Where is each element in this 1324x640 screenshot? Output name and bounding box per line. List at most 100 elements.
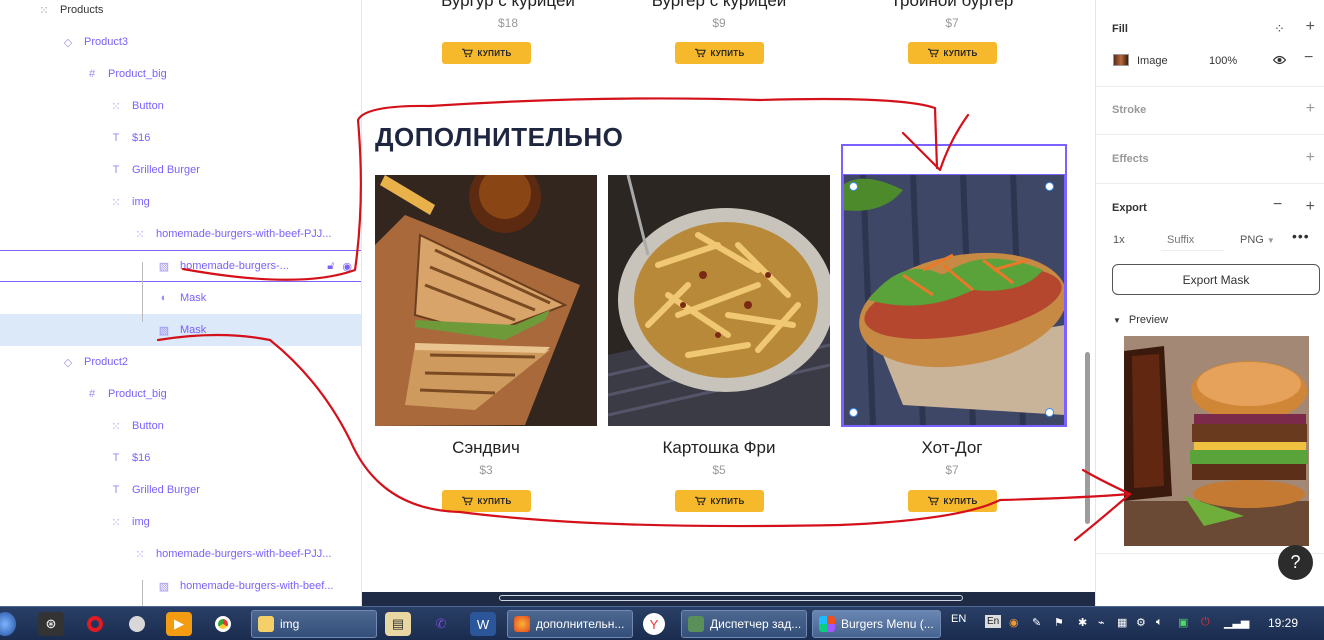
app-sphere-icon[interactable] (124, 612, 150, 636)
buy-button[interactable]: КУПИТЬ (442, 490, 531, 512)
fill-opacity[interactable]: 100% (1209, 55, 1237, 67)
task-label: Burgers Menu (... (841, 617, 934, 631)
chrome-icon[interactable] (210, 612, 236, 636)
layer-row[interactable]: ▧ homemade-burgers-... 🔓︎ ◉ (0, 250, 361, 282)
export-format-select[interactable]: PNG ▼ (1240, 234, 1275, 246)
clock[interactable]: 19:29 (1268, 616, 1298, 630)
tray-tool-icon[interactable]: ✎ (1032, 616, 1041, 629)
layer-row[interactable]: T Grilled Burger (0, 474, 361, 506)
layer-row[interactable]: T Grilled Burger (0, 154, 361, 186)
resize-handle[interactable] (1045, 408, 1054, 417)
sandwich-image[interactable] (375, 175, 597, 426)
bluetooth-icon[interactable]: ✱ (1078, 616, 1087, 629)
resize-handle[interactable] (1045, 182, 1054, 191)
resize-handle[interactable] (849, 182, 858, 191)
layer-label: $16 (132, 452, 151, 464)
keyboard-layout-button[interactable]: En (985, 615, 1002, 628)
add-fill-plus-icon[interactable]: + (1306, 19, 1315, 35)
network-icon[interactable]: ▦ (1117, 616, 1127, 629)
taskbar-task-explorer[interactable]: img (251, 610, 377, 638)
resize-handle[interactable] (849, 408, 858, 417)
volume-icon[interactable]: 🔈︎ (1156, 616, 1163, 629)
layer-label: homemade-burgers-with-beef-PJJ... (156, 548, 332, 560)
media-player-icon[interactable]: ▶ (166, 612, 192, 636)
product-price: $3 (479, 463, 493, 477)
language-indicator[interactable]: EN (951, 613, 966, 625)
layer-label: Product_big (108, 388, 167, 400)
opera-icon[interactable] (82, 612, 108, 636)
power-icon[interactable]: ⏻ (1201, 616, 1210, 629)
windows-taskbar: ⊛ ▶ img ▤ ✆ W дополнительн... Y Диспетче… (0, 606, 1324, 640)
media-app-icon[interactable]: ⊛ (38, 612, 64, 636)
vertical-scrollbar[interactable] (1085, 352, 1090, 524)
add-export-plus-icon[interactable]: + (1306, 199, 1315, 215)
remove-fill-minus-icon[interactable]: − (1304, 49, 1313, 67)
layer-row[interactable]: ▧ homemade-burgers-with-beef... (0, 570, 361, 602)
usb-icon[interactable]: ⌁ (1098, 616, 1105, 629)
layer-row[interactable]: ⁙ Products (0, 0, 361, 26)
buy-button[interactable]: КУПИТЬ (908, 42, 997, 64)
layer-row[interactable]: # Product_big (0, 378, 361, 410)
avast-icon[interactable]: ◉ (1009, 616, 1019, 629)
start-button[interactable] (0, 612, 16, 636)
text-icon: T (112, 484, 120, 496)
layer-row[interactable]: ⁙ homemade-burgers-with-beef-PJJ... (0, 218, 361, 250)
fill-type[interactable]: Image (1137, 55, 1168, 67)
product-title: Тройной бургер (890, 0, 1014, 10)
styles-grid-icon[interactable]: ⁘ (1274, 21, 1285, 37)
help-button[interactable]: ? (1278, 545, 1313, 580)
product-title: Бургер с курицей (651, 0, 787, 10)
buy-button-label: КУПИТЬ (477, 48, 512, 58)
layer-row[interactable]: T $16 (0, 442, 361, 474)
wifi-signal-icon[interactable]: ▁▃▅ (1224, 616, 1249, 629)
component-icon: ◇ (63, 36, 73, 49)
layer-row[interactable]: ⁙ homemade-burgers-with-beef-PJJ... (0, 538, 361, 570)
remove-export-minus-icon[interactable]: − (1273, 196, 1282, 214)
horizontal-scrollbar[interactable] (499, 595, 963, 601)
export-suffix-input[interactable] (1161, 229, 1224, 251)
taskbar-task-manager[interactable]: Диспетчер зад... (681, 610, 807, 638)
export-scale[interactable]: 1x (1113, 234, 1125, 246)
layer-row[interactable]: ◐ Mask (0, 282, 361, 314)
yandex-browser-icon[interactable]: Y (643, 613, 665, 635)
layer-row[interactable]: ◇ Product2 (0, 346, 361, 378)
layer-label: img (132, 196, 150, 208)
layer-row[interactable]: ⁙ img (0, 506, 361, 538)
layer-row[interactable]: ⁙ Button (0, 90, 361, 122)
eye-icon[interactable]: ◉ (342, 260, 352, 273)
layer-row[interactable]: ⁙ Button (0, 410, 361, 442)
buy-button[interactable]: КУПИТЬ (908, 490, 997, 512)
design-canvas[interactable]: Бургур с курицей $18 КУПИТЬ Бургер с кур… (362, 0, 1095, 606)
unlock-icon[interactable]: 🔓︎ (327, 260, 334, 273)
taskbar-task-firefox[interactable]: дополнительн... (507, 610, 633, 638)
fries-image[interactable] (608, 175, 830, 426)
eye-icon[interactable] (1273, 55, 1286, 65)
buy-button-label: КУПИТЬ (943, 496, 978, 506)
more-options-icon[interactable]: ••• (1292, 228, 1310, 244)
buy-button[interactable]: КУПИТЬ (675, 490, 764, 512)
pinned-app-icon[interactable]: ▤ (385, 612, 411, 636)
layer-row[interactable]: ⁙ img (0, 186, 361, 218)
buy-button[interactable]: КУПИТЬ (675, 42, 764, 64)
buy-button[interactable]: КУПИТЬ (442, 42, 531, 64)
export-mask-button[interactable]: Export Mask (1112, 264, 1320, 295)
layer-row[interactable]: ◇ Product3 (0, 26, 361, 58)
image-fill-swatch[interactable] (1113, 54, 1129, 66)
taskbar-task-figma[interactable]: Burgers Menu (... (812, 610, 941, 638)
preview-toggle[interactable]: ▼ Preview (1113, 314, 1168, 326)
add-effect-plus-icon[interactable]: + (1306, 150, 1315, 166)
cart-icon (927, 496, 939, 506)
layer-row[interactable]: # Product_big (0, 58, 361, 90)
word-icon[interactable]: W (470, 612, 496, 636)
frame-icon: ⁙ (111, 100, 121, 113)
layer-row[interactable]: ▧ Mask (0, 314, 361, 346)
add-stroke-plus-icon[interactable]: + (1306, 101, 1315, 117)
frame-icon: ⁙ (111, 420, 121, 433)
battery-icon[interactable]: ▣ (1178, 616, 1188, 629)
layer-row[interactable]: T $16 (0, 122, 361, 154)
settings-icon[interactable]: ⚙ (1136, 616, 1146, 629)
buy-button-label: КУПИТЬ (710, 496, 745, 506)
buy-button-label: КУПИТЬ (477, 496, 512, 506)
viber-icon[interactable]: ✆ (428, 612, 454, 636)
flag-icon[interactable]: ⚑ (1054, 616, 1064, 629)
